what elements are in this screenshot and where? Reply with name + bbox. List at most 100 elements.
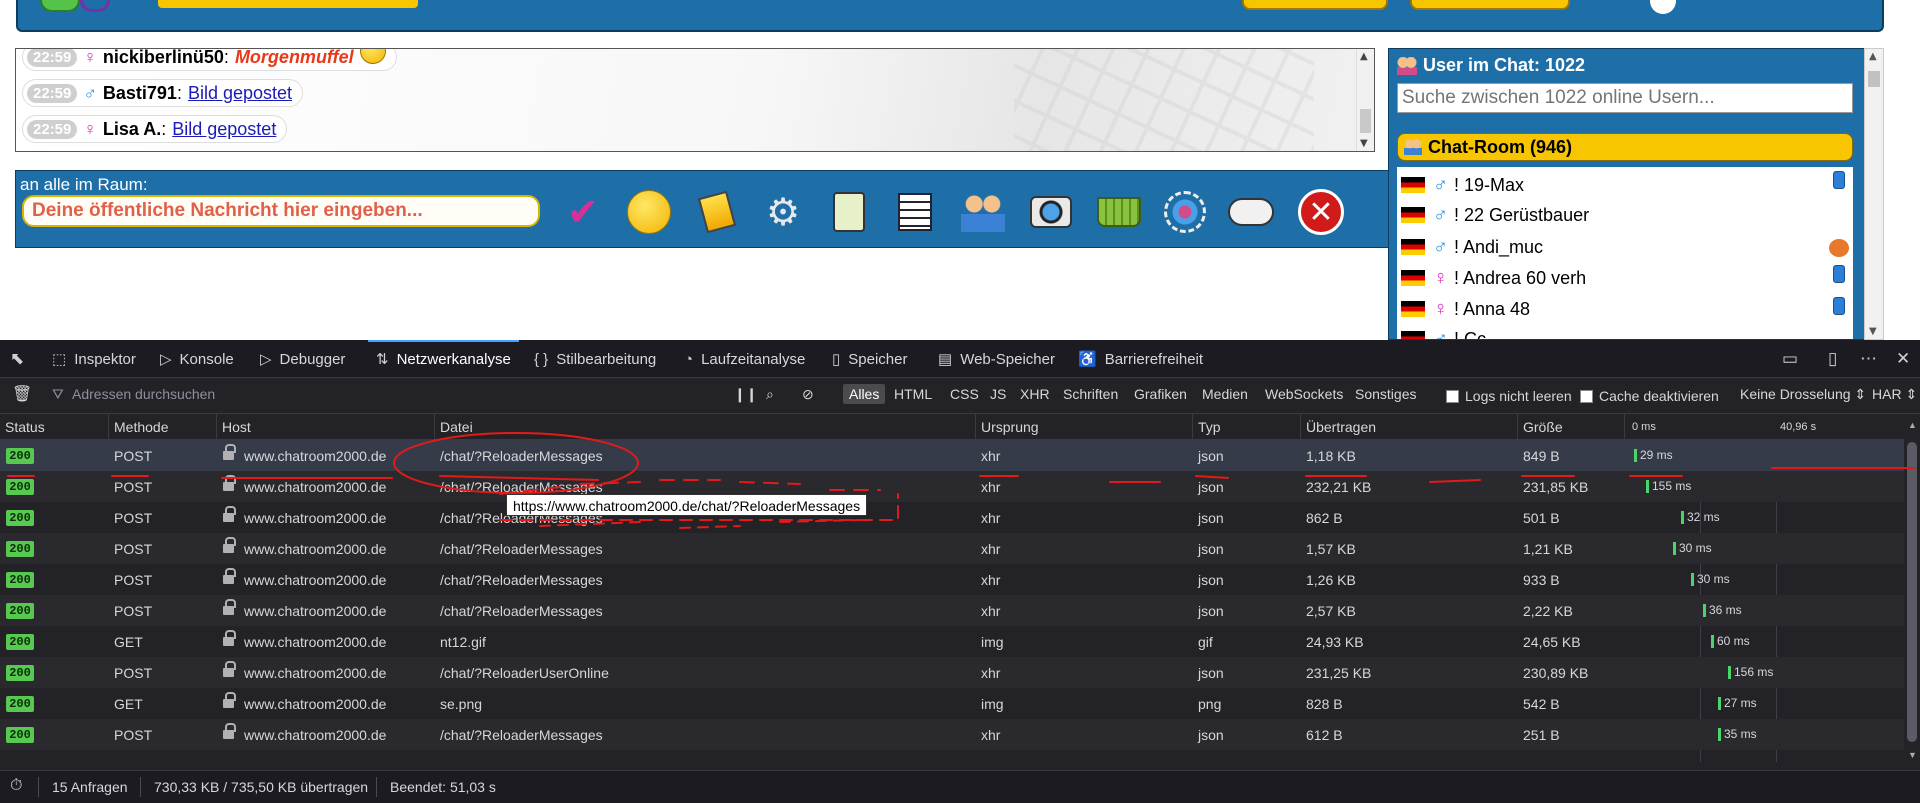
filter-images[interactable]: Grafiken xyxy=(1134,386,1187,402)
tab-inspector[interactable]: ⬚ Inspektor xyxy=(52,340,136,378)
public-message-input[interactable] xyxy=(22,195,540,227)
scroll-up-icon[interactable]: ▲ xyxy=(1908,420,1917,430)
request-row[interactable]: 200 POST www.chatroom2000.de/chat/?Reloade… xyxy=(0,471,1904,502)
column-host[interactable]: Host xyxy=(222,419,251,435)
send-check-icon[interactable]: ✔ xyxy=(558,187,608,237)
filter-js[interactable]: JS xyxy=(990,386,1006,402)
column-divider[interactable] xyxy=(975,414,976,440)
tab-storage[interactable]: ▤ Web-Speicher xyxy=(938,340,1055,378)
more-options-icon[interactable]: ⋯ xyxy=(1860,349,1877,369)
filter-other[interactable]: Sonstiges xyxy=(1355,386,1416,402)
group-chat-icon[interactable] xyxy=(1160,187,1210,237)
filter-xhr[interactable]: XHR xyxy=(1020,386,1050,402)
user-list-item[interactable]: ♀ ! Anna 48 xyxy=(1401,295,1530,323)
tab-accessibility[interactable]: ♿ Barrierefreiheit xyxy=(1078,340,1203,378)
chat-logo-icon[interactable] xyxy=(40,0,80,12)
close-devtools-icon[interactable]: ✕ xyxy=(1896,349,1910,369)
column-type[interactable]: Typ xyxy=(1198,419,1221,435)
page-scrollbar[interactable]: ▲ ▼ xyxy=(1864,48,1884,340)
har-menu[interactable]: HAR ⇕ xyxy=(1872,386,1917,403)
tab-console[interactable]: ▷ Konsole xyxy=(160,340,234,378)
scrollbar-thumb[interactable] xyxy=(1907,442,1917,742)
throttling-select[interactable]: Keine Drosselung ⇕ xyxy=(1740,386,1866,403)
scroll-down-icon[interactable]: ▼ xyxy=(1360,138,1368,149)
column-divider[interactable] xyxy=(434,414,435,440)
shopping-basket-icon[interactable] xyxy=(1094,187,1144,237)
column-divider[interactable] xyxy=(108,414,109,440)
settings-gear-icon[interactable]: ⚙ xyxy=(758,187,808,237)
column-file[interactable]: Datei xyxy=(440,419,473,435)
scrollbar-thumb[interactable] xyxy=(1868,71,1880,87)
scroll-down-icon[interactable]: ▼ xyxy=(1869,326,1877,337)
chat-scrollbar[interactable]: ▲ ▼ xyxy=(1356,49,1374,151)
clear-log-trash-icon[interactable]: 🗑 xyxy=(12,384,32,404)
checkbox-box[interactable] xyxy=(1446,389,1459,403)
paint-bucket-icon[interactable] xyxy=(692,187,742,237)
profile-card-icon[interactable] xyxy=(824,187,874,237)
user-list-item[interactable]: ♀ ! Andrea 60 verh xyxy=(1401,264,1586,292)
tab-network[interactable]: ⇅ Netzwerkanalyse xyxy=(368,340,519,378)
url-filter-input[interactable]: Adressen durchsuchen xyxy=(72,386,215,402)
column-status[interactable]: Status xyxy=(5,419,45,435)
tab-style-editor[interactable]: { } Stilbearbeitung xyxy=(534,340,656,378)
request-table-body[interactable]: 200 POST www.chatroom2000.de/chat/?Reloade… xyxy=(0,440,1904,762)
user-search-input[interactable] xyxy=(1397,83,1853,113)
column-size[interactable]: Größe xyxy=(1523,419,1563,435)
filter-websockets[interactable]: WebSockets xyxy=(1265,386,1343,402)
message-nick[interactable]: Basti791 xyxy=(103,83,177,104)
posted-image-link[interactable]: Bild gepostet xyxy=(188,83,292,104)
request-row[interactable]: 200 POST www.chatroom2000.de/chat/?Reloade… xyxy=(0,719,1904,750)
request-row[interactable]: 200 POST www.chatroom2000.de/chat/?Reloade… xyxy=(0,440,1904,471)
scroll-down-icon[interactable]: ▼ xyxy=(1908,750,1917,760)
request-row[interactable]: 200 POST www.chatroom2000.de/chat/?Reloade… xyxy=(0,564,1904,595)
column-divider[interactable] xyxy=(1300,414,1301,440)
column-origin[interactable]: Ursprung xyxy=(981,419,1039,435)
responsive-design-icon[interactable]: ▯ xyxy=(1828,349,1837,369)
close-chat-icon[interactable]: ✕ xyxy=(1298,189,1344,235)
checkbox-box[interactable] xyxy=(1580,389,1593,403)
tab-performance[interactable]: ◔ Laufzeitanalyse xyxy=(684,340,805,378)
request-row[interactable]: 200 POST www.chatroom2000.de/chat/?Reloade… xyxy=(0,533,1904,564)
search-icon[interactable]: ⌕ xyxy=(766,386,774,403)
request-row[interactable]: 200 POST www.chatroom2000.de/chat/?Reloade… xyxy=(0,595,1904,626)
column-divider[interactable] xyxy=(1517,414,1518,440)
request-row[interactable]: 200 GET www.chatroom2000.de nt12.gif img gif 2… xyxy=(0,626,1904,657)
column-divider[interactable] xyxy=(1624,414,1625,440)
friends-icon[interactable] xyxy=(958,187,1008,237)
chat-messages-panel[interactable]: 22:59 ♀ nickiberlinü50 : Morgenmuffel 22… xyxy=(15,48,1375,152)
header-button-1[interactable] xyxy=(1242,0,1388,10)
room-header[interactable]: Chat-Room (946) xyxy=(1397,133,1853,161)
scroll-up-icon[interactable]: ▲ xyxy=(1360,51,1368,62)
filter-media[interactable]: Medien xyxy=(1202,386,1248,402)
filter-html[interactable]: HTML xyxy=(894,386,932,402)
message-nick[interactable]: nickiberlinü50 xyxy=(103,49,224,68)
column-method[interactable]: Methode xyxy=(114,419,168,435)
posted-image-link[interactable]: Bild gepostet xyxy=(172,119,276,140)
element-picker-icon[interactable]: ⬉ xyxy=(10,349,24,369)
performance-analysis-icon[interactable]: ⏱ xyxy=(10,777,22,795)
message-nick[interactable]: Lisa A. xyxy=(103,119,161,140)
scrollbar-thumb[interactable] xyxy=(1360,109,1371,133)
request-row[interactable]: 200 POST www.chatroom2000.de/chat/?Reloade… xyxy=(0,502,1904,533)
pause-icon[interactable]: ❙❙ xyxy=(734,386,757,403)
user-list-item[interactable]: ♂ ! Cc... xyxy=(1401,325,1501,339)
document-list-icon[interactable] xyxy=(890,187,940,237)
header-button-2[interactable] xyxy=(1410,0,1570,10)
camera-icon[interactable] xyxy=(1026,187,1076,237)
scroll-up-icon[interactable]: ▲ xyxy=(1869,51,1877,62)
disable-cache-checkbox[interactable]: Cache deaktivieren xyxy=(1580,388,1719,404)
user-list-item[interactable]: ♂ ! 22 Gerüstbauer xyxy=(1401,201,1589,229)
tab-memory[interactable]: ▯ Speicher xyxy=(832,340,907,378)
filter-all[interactable]: Alles xyxy=(843,384,886,404)
filter-css[interactable]: CSS xyxy=(950,386,979,402)
request-table-scrollbar[interactable]: ▲ ▼ xyxy=(1904,414,1920,762)
user-list-item[interactable]: ♂ ! Andi_muc xyxy=(1401,233,1543,261)
persist-logs-checkbox[interactable]: Logs nicht leeren xyxy=(1446,388,1572,404)
smiley-icon[interactable] xyxy=(624,187,674,237)
gamepad-icon[interactable] xyxy=(1226,187,1276,237)
header-avatar[interactable] xyxy=(1650,0,1676,14)
column-divider[interactable] xyxy=(216,414,217,440)
tab-debugger[interactable]: ▷ Debugger xyxy=(260,340,345,378)
block-requests-icon[interactable]: ⊘ xyxy=(802,386,814,403)
request-row[interactable]: 200 POST www.chatroom2000.de/chat/?Reloade… xyxy=(0,657,1904,688)
